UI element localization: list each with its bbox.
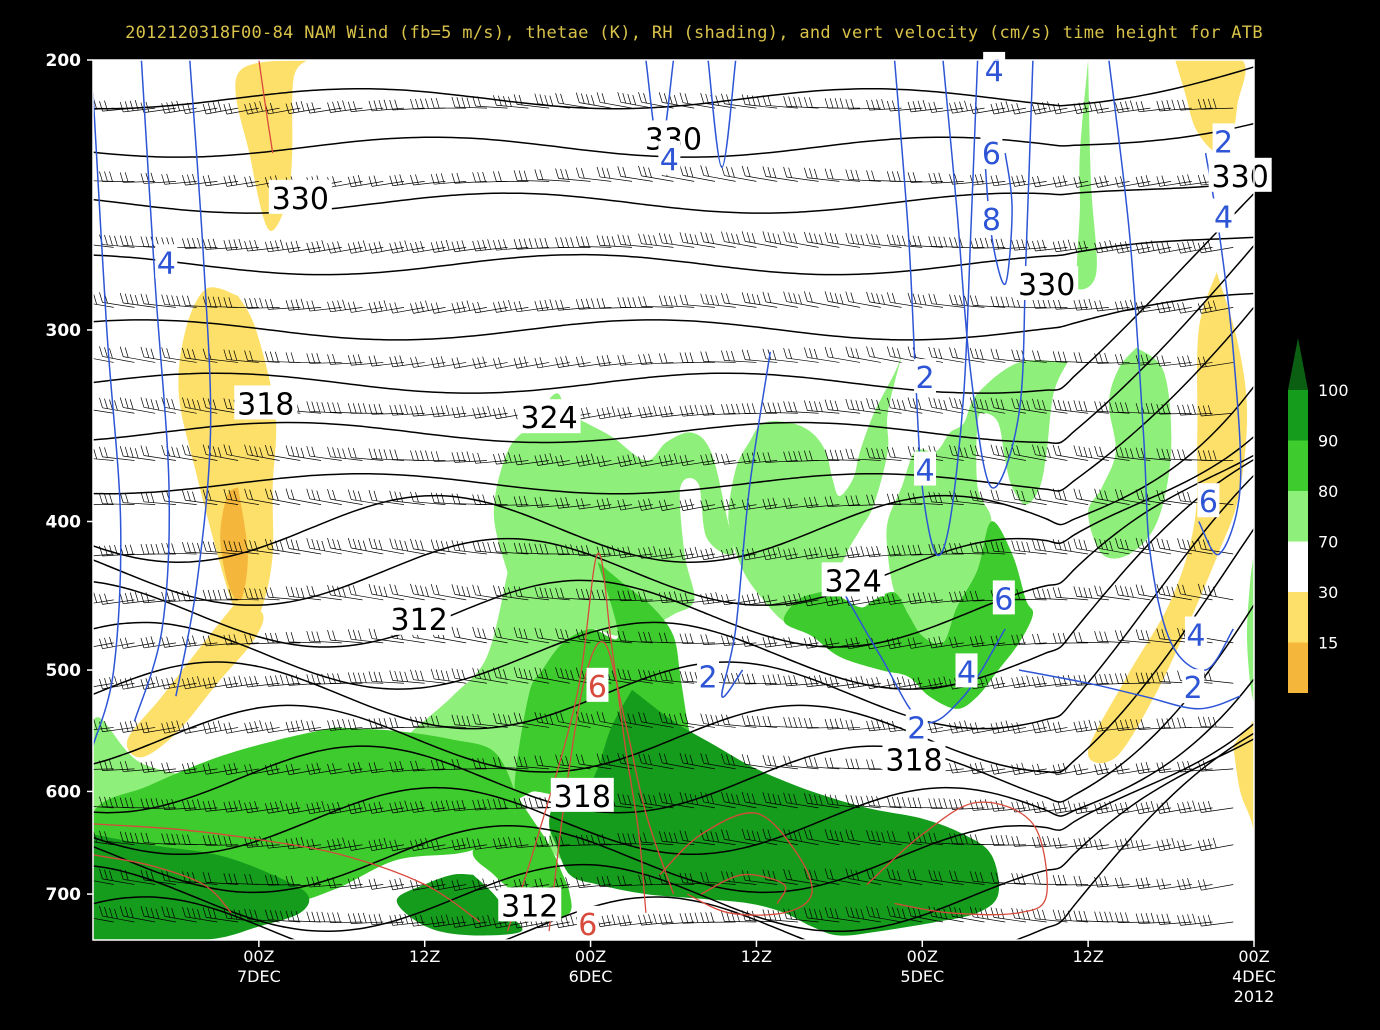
x-tick-year: 2012	[1234, 987, 1275, 1006]
thetae-label: 330	[1212, 160, 1269, 195]
vert-velocity-label: 2	[916, 361, 935, 396]
x-tick-date: 4DEC	[1232, 967, 1276, 986]
y-tick-label: 600	[46, 782, 82, 802]
vert-velocity-label: 6	[982, 137, 1001, 172]
thetae-label: 324	[825, 564, 882, 599]
legend-label: 15	[1318, 634, 1338, 653]
y-tick-label: 200	[46, 51, 82, 71]
x-tick-label: 00Z	[243, 947, 274, 966]
x-tick-label: 12Z	[409, 947, 440, 966]
vert-velocity-label: 4	[660, 143, 679, 178]
vert-velocity-label: 4	[916, 454, 935, 489]
x-tick-date: 5DEC	[900, 967, 944, 986]
thetae-label: 312	[501, 889, 558, 924]
legend-swatch	[1288, 491, 1308, 542]
vert-velocity-label: 2	[1214, 125, 1233, 160]
thetae-label: 318	[237, 387, 294, 422]
legend-swatch	[1288, 541, 1308, 592]
vert-velocity-label: 2	[907, 711, 926, 746]
x-tick-label: 00Z	[907, 947, 938, 966]
thetae-label: 318	[885, 744, 942, 779]
y-tick-label: 400	[46, 512, 82, 532]
time-height-chart: 2012120318F00-84 NAM Wind (fb=5 m/s), th…	[0, 0, 1380, 1030]
vert-velocity-label: 4	[157, 246, 176, 281]
legend-label: 90	[1318, 432, 1338, 451]
vert-velocity-label: 6	[1199, 485, 1218, 520]
vert-velocity-label: 4	[1214, 201, 1233, 236]
thetae-label: 318	[554, 780, 611, 815]
vert-velocity-label: 6	[578, 908, 597, 943]
legend-swatch	[1288, 390, 1308, 441]
vert-velocity-label: 2	[699, 661, 718, 696]
vert-velocity-label: 4	[1186, 618, 1205, 653]
thetae-label: 330	[272, 182, 329, 217]
y-tick-label: 300	[46, 321, 82, 341]
x-tick-label: 12Z	[1072, 947, 1103, 966]
legend-label: 70	[1318, 533, 1338, 552]
legend-label: 100	[1318, 381, 1349, 400]
x-tick-label: 12Z	[741, 947, 772, 966]
x-tick-date: 6DEC	[569, 967, 613, 986]
vert-velocity-label: 4	[985, 54, 1004, 89]
vert-velocity-label: 6	[588, 670, 607, 705]
legend-label: 80	[1318, 482, 1338, 501]
vert-velocity-label: 6	[994, 582, 1013, 617]
vert-velocity-label: 4	[957, 655, 976, 690]
legend-label: 30	[1318, 583, 1338, 602]
thetae-label: 330	[1018, 268, 1075, 303]
x-tick-label: 00Z	[1238, 947, 1269, 966]
plot-area: 330330330330318 324324318318312312 444682…	[92, 51, 1272, 943]
legend-swatch	[1288, 592, 1308, 643]
thetae-label: 312	[391, 603, 448, 638]
legend-swatch	[1288, 440, 1308, 491]
vert-velocity-label: 2	[1184, 671, 1203, 706]
chart-title: 2012120318F00-84 NAM Wind (fb=5 m/s), th…	[125, 23, 1263, 43]
y-tick-label: 500	[46, 661, 82, 681]
vert-velocity-label: 8	[982, 203, 1001, 238]
thetae-label: 324	[520, 401, 577, 436]
x-tick-label: 00Z	[575, 947, 606, 966]
x-tick-date: 7DEC	[237, 967, 281, 986]
y-tick-label: 700	[46, 885, 82, 905]
